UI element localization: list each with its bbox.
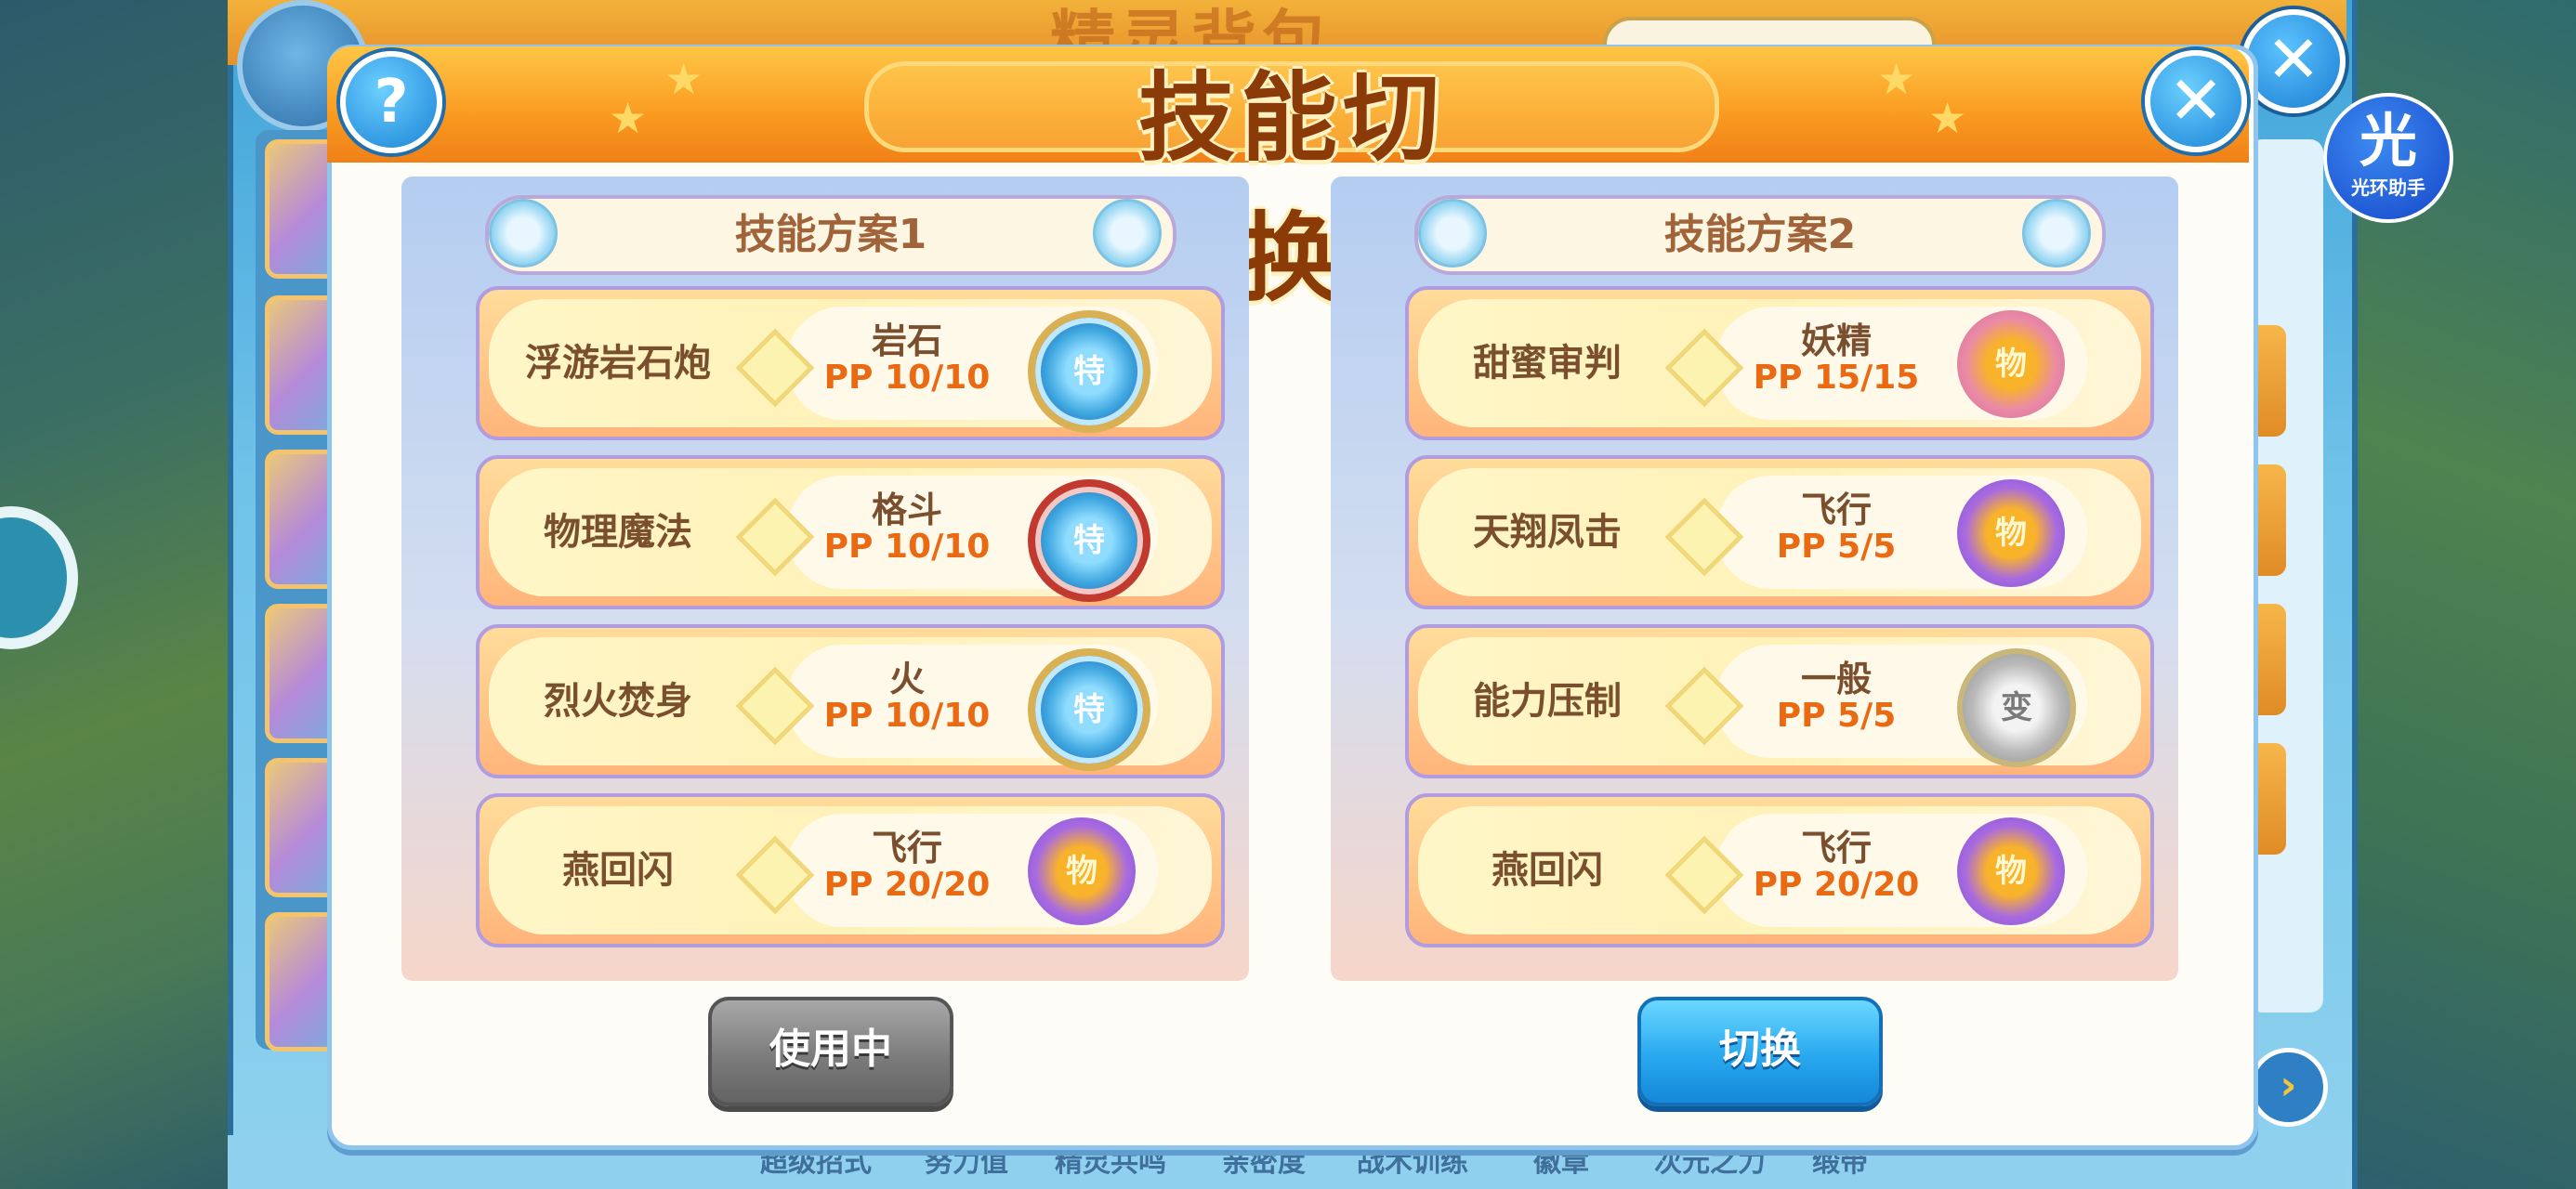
skill-type: 飞行 (871, 828, 942, 869)
helper-label: 光环助手 (2351, 176, 2425, 199)
special-category-icon: 特 (1028, 479, 1150, 602)
skill-pp: PP 20/20 (823, 866, 991, 904)
status-category-icon: 变 (1957, 648, 2076, 767)
skill-slot[interactable]: 烈火焚身 火 PP 10/10 特 (476, 624, 1225, 778)
physical-category-icon: 物 (1028, 817, 1136, 925)
skill-pp: PP 10/10 (823, 697, 991, 735)
skill-slot[interactable]: 燕回闪 飞行 PP 20/20 物 (1405, 793, 2154, 947)
skill-type: 格斗 (871, 490, 942, 530)
skill-plan-1: 技能方案1 浮游岩石炮 岩石 PP 10/10 特 物理魔法 格斗 PP 10/… (401, 176, 1249, 981)
skill-type: 妖精 (1800, 320, 1872, 361)
skill-name: 能力压制 (1473, 680, 1622, 723)
orb-icon (2022, 199, 2091, 268)
physical-category-icon: 物 (1957, 310, 2065, 418)
star-icon: ★ (1877, 54, 1916, 104)
skill-slot[interactable]: 燕回闪 飞行 PP 20/20 物 (476, 793, 1225, 947)
orb-icon (489, 199, 558, 268)
skill-slot[interactable]: 能力压制 一般 PP 5/5 变 (1405, 624, 2154, 778)
skill-name: 甜蜜审判 (1473, 342, 1622, 385)
helper-logo-icon: 光 (2359, 107, 2417, 175)
plan-label: 技能方案2 (1414, 195, 2106, 275)
in-use-button[interactable]: 使用中 (708, 997, 953, 1106)
skill-pp: PP 15/15 (1753, 359, 1920, 397)
special-category-icon: 特 (1028, 310, 1150, 433)
skill-name: 燕回闪 (562, 849, 674, 892)
skill-name: 烈火焚身 (544, 680, 692, 723)
close-button[interactable]: ✕ (2145, 50, 2247, 152)
plan-label: 技能方案1 (485, 195, 1176, 275)
skill-pp: PP 20/20 (1753, 866, 1920, 904)
orb-icon (1418, 199, 1487, 268)
skill-name: 浮游岩石炮 (525, 342, 711, 385)
star-icon: ★ (664, 54, 703, 104)
skill-slot-body: 烈火焚身 火 PP 10/10 特 (489, 637, 1212, 771)
help-button[interactable]: ? (340, 51, 442, 153)
skill-type: 飞行 (1800, 828, 1872, 869)
skill-slot[interactable]: 天翔凤击 飞行 PP 5/5 物 (1405, 455, 2154, 609)
skill-pp: PP 5/5 (1776, 697, 1897, 735)
special-category-icon: 特 (1028, 648, 1150, 771)
star-icon: ★ (1928, 93, 1967, 143)
physical-category-icon: 物 (1957, 479, 2065, 587)
skill-slot[interactable]: 浮游岩石炮 岩石 PP 10/10 特 (476, 286, 1225, 440)
skill-name: 物理魔法 (544, 511, 692, 554)
next-arrow-icon: › (2249, 1048, 2328, 1127)
helper-badge[interactable]: 光 光环助手 (2323, 93, 2453, 223)
skill-type: 岩石 (871, 320, 942, 361)
switch-button[interactable]: 切换 (1637, 997, 1883, 1106)
skill-pp: PP 10/10 (823, 359, 991, 397)
pet-detail-area (2249, 139, 2323, 1013)
skill-slot[interactable]: 物理魔法 格斗 PP 10/10 特 (476, 455, 1225, 609)
skill-name: 燕回闪 (1492, 849, 1603, 892)
skill-slot-body: 燕回闪 飞行 PP 20/20 物 (489, 806, 1212, 934)
skill-slot[interactable]: 甜蜜审判 妖精 PP 15/15 物 (1405, 286, 2154, 440)
skill-slot-body: 燕回闪 飞行 PP 20/20 物 (1418, 806, 2141, 934)
skill-slot-body: 浮游岩石炮 岩石 PP 10/10 特 (489, 299, 1212, 433)
skill-name: 天翔凤击 (1473, 511, 1622, 554)
skill-type: 一般 (1800, 659, 1872, 699)
skill-type: 火 (888, 659, 925, 699)
skill-pp: PP 5/5 (1776, 528, 1897, 566)
skill-slot-body: 天翔凤击 飞行 PP 5/5 物 (1418, 468, 2141, 596)
skill-slot-body: 能力压制 一般 PP 5/5 变 (1418, 637, 2141, 767)
skill-type: 飞行 (1800, 490, 1872, 530)
star-icon: ★ (609, 93, 648, 143)
skill-slot-body: 物理魔法 格斗 PP 10/10 特 (489, 468, 1212, 602)
skill-slot-body: 甜蜜审判 妖精 PP 15/15 物 (1418, 299, 2141, 427)
skill-pp: PP 10/10 (823, 528, 991, 566)
orb-icon (1093, 199, 1162, 268)
physical-category-icon: 物 (1957, 817, 2065, 925)
skill-plan-2: 技能方案2 甜蜜审判 妖精 PP 15/15 物 天翔凤击 飞行 PP 5/5 … (1331, 176, 2178, 981)
